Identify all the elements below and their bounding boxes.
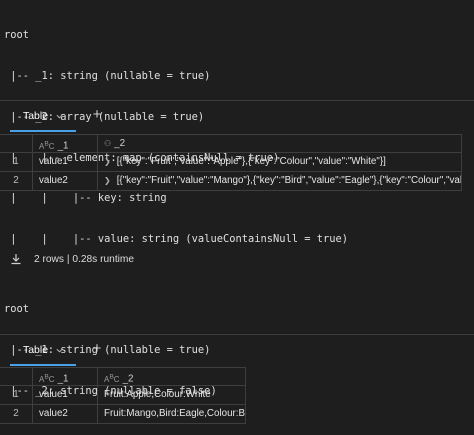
table-cell[interactable]: ❯ [{"key":"Fruit","value":"Apple"},{"key"…	[98, 153, 462, 171]
column-header-_1[interactable]: ABC _1	[33, 135, 98, 152]
table-cell[interactable]: Fruit:Apple,Colour:White	[98, 386, 246, 404]
row-number: 1	[0, 153, 33, 171]
results-table-1: ABC _1 ⚇ _2 1 value1 ❯ [{"key":"Fruit","val…	[0, 134, 462, 191]
table-header-row: ABC _1 ABC _2	[0, 367, 246, 386]
add-visualization-button[interactable]: +	[88, 104, 106, 126]
table-cell[interactable]: value2	[33, 405, 98, 423]
runtime: 0.28s runtime	[72, 253, 135, 265]
download-icon[interactable]	[10, 253, 22, 265]
row-number-header	[0, 135, 33, 152]
result-tab-bar-2: Table +	[0, 334, 474, 368]
table-cell[interactable]: ❯ [{"key":"Fruit","value":"Mango"},{"key"…	[98, 172, 462, 190]
table-cell[interactable]: value2	[33, 172, 98, 190]
tab-label: Table	[22, 344, 49, 356]
table-cell[interactable]: Fruit:Mango,Bird:Eagle,Colour:Bla...	[98, 405, 246, 423]
table-row: 1 value1 ❯ [{"key":"Fruit","value":"Apple…	[0, 153, 462, 172]
chevron-down-icon[interactable]	[56, 347, 63, 354]
schema-line: | | |-- value: string (valueContainsNull…	[4, 233, 349, 246]
struct-icon: ⚇	[104, 139, 112, 148]
results-table-2: ABC _1 ABC _2 1 value1 Fruit:Apple,Colour:…	[0, 367, 246, 424]
chevron-down-icon[interactable]	[56, 113, 63, 120]
tab-label: Table	[22, 110, 49, 122]
row-number: 1	[0, 386, 33, 404]
row-number: 2	[0, 172, 33, 190]
abc-icon: ABC	[39, 140, 55, 151]
result-status: 2 rows | 0.28s runtime	[10, 251, 134, 267]
table-cell[interactable]: value1	[33, 153, 98, 171]
tab-table[interactable]: Table	[10, 101, 76, 132]
active-tab-indicator	[10, 364, 76, 366]
expand-icon[interactable]: ❯	[104, 176, 111, 185]
table-row: 2 value2 Fruit:Mango,Bird:Eagle,Colour:B…	[0, 405, 246, 424]
schema-line: |-- _1: string (nullable = true)	[4, 69, 211, 82]
expand-icon[interactable]: ❯	[104, 157, 111, 166]
add-visualization-button[interactable]: +	[88, 338, 106, 360]
active-tab-indicator	[10, 130, 76, 132]
column-header-_2[interactable]: ⚇ _2	[98, 135, 462, 152]
schema-line: root	[4, 29, 30, 42]
column-header-_1[interactable]: ABC _1	[33, 368, 98, 385]
schema-line: | | |-- key: string	[4, 192, 167, 205]
row-number-header	[0, 368, 33, 385]
table-row: 1 value1 Fruit:Apple,Colour:White	[0, 386, 246, 405]
table-row: 2 value2 ❯ [{"key":"Fruit","value":"Mango…	[0, 172, 462, 191]
row-number: 2	[0, 405, 33, 423]
abc-icon: ABC	[104, 373, 120, 384]
abc-icon: ABC	[39, 373, 55, 384]
column-header-_2[interactable]: ABC _2	[98, 368, 246, 385]
table-header-row: ABC _1 ⚇ _2	[0, 134, 462, 153]
table-cell[interactable]: value1	[33, 386, 98, 404]
separator: |	[66, 253, 70, 265]
row-count: 2 rows	[34, 253, 65, 265]
schema-line: root	[4, 303, 30, 316]
tab-table[interactable]: Table	[10, 335, 76, 366]
result-tab-bar-1: Table +	[0, 100, 474, 134]
